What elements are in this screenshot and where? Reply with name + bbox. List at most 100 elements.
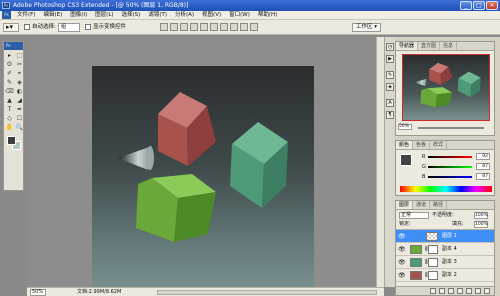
show-transform-checkbox[interactable] (85, 24, 91, 30)
new-layer-icon[interactable] (475, 288, 481, 294)
menu-analysis[interactable]: 分析(A) (171, 11, 198, 20)
layer-row[interactable]: 👁 ⛓ 副本 3 (396, 256, 494, 269)
tab-info[interactable]: 信息 (440, 42, 458, 50)
navigator-preview[interactable] (402, 54, 490, 121)
visibility-eye-icon[interactable]: 👁 (398, 246, 406, 253)
align-right-icon[interactable] (210, 23, 218, 31)
zoom-tool-icon[interactable]: 🔍 (15, 124, 24, 132)
auto-align-icon[interactable] (250, 23, 258, 31)
menu-image[interactable]: 图像(I) (66, 11, 91, 20)
new-group-icon[interactable] (466, 288, 472, 294)
document-info[interactable]: 文档:2.99M/8.62M (77, 289, 121, 296)
tab-paths[interactable]: 路径 (430, 201, 448, 209)
red-channel-slider[interactable]: R 92 (422, 153, 492, 160)
zoom-level-field[interactable]: 50% (30, 289, 46, 296)
align-middle-icon[interactable] (170, 23, 178, 31)
lasso-tool-icon[interactable]: ʘ (5, 61, 14, 69)
document-canvas[interactable] (92, 66, 314, 291)
layer-row[interactable]: 👁 ⛓ 副本 2 (396, 269, 494, 282)
close-button[interactable]: × (486, 1, 498, 10)
delete-layer-icon[interactable] (484, 288, 490, 294)
blue-channel-slider[interactable]: B 87 (422, 173, 492, 180)
foreground-color-chip[interactable] (400, 154, 412, 166)
slice-tool-icon[interactable]: ⌖ (15, 70, 24, 78)
auto-select-checkbox[interactable] (24, 24, 30, 30)
add-mask-icon[interactable] (448, 288, 454, 294)
red-track[interactable] (428, 156, 472, 158)
opacity-field[interactable]: 100% (474, 212, 488, 219)
stamp-tool-icon[interactable]: ◈ (15, 79, 24, 87)
gradient-tool-icon[interactable]: ◢ (15, 97, 24, 105)
move-tool-icon[interactable]: ▸ (5, 52, 14, 60)
layer-style-icon[interactable] (439, 288, 445, 294)
link-layers-icon[interactable] (430, 288, 436, 294)
blur-tool-icon[interactable]: ▲ (5, 97, 14, 105)
visibility-eye-icon[interactable]: 👁 (398, 272, 406, 279)
menu-layer[interactable]: 图层(L) (91, 11, 117, 20)
minimize-button[interactable]: _ (460, 1, 472, 10)
red-value-field[interactable]: 92 (476, 153, 490, 160)
distribute-v-icon[interactable] (240, 23, 248, 31)
fill-field[interactable]: 100% (474, 221, 488, 228)
path-select-tool-icon[interactable]: ◇ (5, 115, 14, 123)
tool-preset-picker[interactable]: ▸▾ (3, 23, 19, 32)
visibility-eye-icon[interactable]: 👁 (398, 233, 406, 240)
layer-name[interactable]: 副本 4 (442, 246, 457, 253)
menu-file[interactable]: 文件(F) (13, 11, 39, 20)
align-left-icon[interactable] (190, 23, 198, 31)
marquee-tool-icon[interactable]: ⬚ (15, 52, 24, 60)
layer-name[interactable]: 图层 1 (442, 233, 457, 240)
adjustment-layer-icon[interactable] (457, 288, 463, 294)
align-center-icon[interactable] (200, 23, 208, 31)
green-value-field[interactable]: 87 (476, 163, 490, 170)
vertical-scrollbar[interactable] (376, 37, 384, 287)
auto-select-dropdown[interactable]: 组 (58, 23, 80, 32)
color-spectrum-bar[interactable] (400, 186, 492, 192)
character-panel-icon[interactable]: A (386, 99, 394, 107)
tab-channels[interactable]: 通道 (413, 201, 431, 209)
eraser-tool-icon[interactable]: ⌫ (5, 88, 14, 96)
green-track[interactable] (428, 166, 472, 168)
align-bottom-icon[interactable] (180, 23, 188, 31)
crop-tool-icon[interactable]: ✂ (15, 61, 24, 69)
align-top-icon[interactable] (160, 23, 168, 31)
clone-source-panel-icon[interactable]: ◈ (386, 83, 394, 91)
distribute-h-icon[interactable] (230, 23, 238, 31)
menu-select[interactable]: 选择(S) (118, 11, 145, 20)
tab-color[interactable]: 颜色 (396, 141, 414, 149)
menu-edit[interactable]: 编辑(E) (39, 11, 66, 20)
layer-row[interactable]: 👁 ⛓ 副本 4 (396, 243, 494, 256)
tab-navigator[interactable]: 导航器 (396, 42, 419, 50)
brushes-panel-icon[interactable]: ✎ (386, 71, 394, 79)
shape-tool-icon[interactable]: ☐ (15, 115, 24, 123)
blue-track[interactable] (428, 176, 472, 178)
blend-mode-dropdown[interactable]: 正常 (399, 212, 429, 219)
horizontal-scrollbar[interactable] (157, 290, 377, 295)
navigator-zoom-slider[interactable] (418, 127, 484, 129)
hand-tool-icon[interactable]: ✋ (5, 124, 14, 132)
layer-row[interactable]: 👁 图层 1 (396, 230, 494, 243)
tab-styles[interactable]: 样式 (430, 141, 448, 149)
magic-wand-tool-icon[interactable]: ✐ (5, 70, 14, 78)
history-panel-icon[interactable]: ◷ (386, 43, 394, 51)
menu-window[interactable]: 窗口(W) (225, 11, 254, 20)
navigator-zoom-field[interactable]: 50% (398, 124, 412, 130)
actions-panel-icon[interactable]: ▶ (386, 55, 394, 63)
green-channel-slider[interactable]: G 87 (422, 163, 492, 170)
dodge-tool-icon[interactable]: ◐ (15, 88, 24, 96)
workspace-dropdown[interactable]: 工作区 ▾ (352, 23, 382, 32)
tab-histogram[interactable]: 直方图 (418, 42, 441, 50)
tab-layers[interactable]: 图层 (396, 201, 414, 209)
visibility-eye-icon[interactable]: 👁 (398, 259, 406, 266)
distribute-icon[interactable] (220, 23, 228, 31)
foreground-color-swatch[interactable] (7, 136, 16, 145)
maximize-button[interactable]: □ (473, 1, 485, 10)
pen-tool-icon[interactable]: ✒ (15, 106, 24, 114)
paragraph-panel-icon[interactable]: ¶ (386, 111, 394, 119)
layer-name[interactable]: 副本 2 (442, 272, 457, 279)
menu-view[interactable]: 视图(V) (198, 11, 225, 20)
type-tool-icon[interactable]: T (5, 106, 14, 114)
layer-name[interactable]: 副本 3 (442, 259, 457, 266)
tab-swatches[interactable]: 色板 (413, 141, 431, 149)
blue-value-field[interactable]: 87 (476, 173, 490, 180)
